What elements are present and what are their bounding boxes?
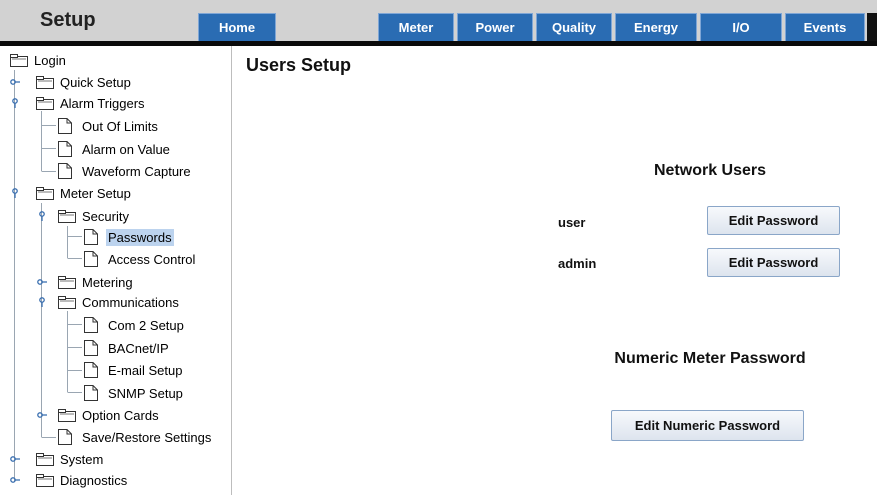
tab-quality[interactable]: Quality (536, 13, 612, 41)
tree-item-label: Alarm Triggers (60, 95, 145, 111)
navigation-tree: Login Quick Setup Alarm Triggers Out Of … (0, 46, 232, 495)
tree-item-metering[interactable]: Metering (58, 272, 135, 292)
expanded-toggle-icon[interactable] (37, 211, 47, 221)
collapsed-toggle-icon[interactable] (10, 77, 20, 87)
tree-item-bacnet-ip[interactable]: BACnet/IP (84, 338, 171, 358)
user-name-label: user (558, 215, 586, 230)
folder-icon (36, 472, 55, 488)
tree-item-meter-setup[interactable]: Meter Setup (36, 183, 133, 203)
tree-item-label: Com 2 Setup (108, 317, 184, 333)
tree-item-email-setup[interactable]: E-mail Setup (84, 360, 184, 380)
document-icon (84, 229, 103, 245)
folder-icon (36, 451, 55, 467)
document-icon (58, 118, 77, 134)
edit-numeric-password-button[interactable]: Edit Numeric Password (611, 410, 804, 441)
tree-item-communications[interactable]: Communications (58, 292, 181, 312)
tree-item-system[interactable]: System (36, 449, 105, 469)
folder-icon (36, 185, 55, 201)
tab-power[interactable]: Power (457, 13, 533, 41)
page-header-title: Setup (40, 9, 96, 31)
tree-item-label: Passwords (106, 228, 174, 246)
tab-meter[interactable]: Meter (378, 13, 454, 41)
folder-icon (58, 274, 77, 290)
document-icon (58, 163, 77, 179)
tree-item-label: Metering (82, 274, 133, 290)
tree-item-out-of-limits[interactable]: Out Of Limits (58, 116, 160, 136)
document-icon (84, 340, 103, 356)
tree-item-label: Security (82, 208, 129, 224)
tree-item-diagnostics[interactable]: Diagnostics (36, 470, 129, 490)
tree-item-label: Diagnostics (60, 472, 128, 488)
expanded-toggle-icon[interactable] (10, 188, 20, 198)
page-title: Users Setup (246, 55, 352, 75)
tree-item-login[interactable]: Login (10, 50, 68, 70)
document-icon (84, 362, 103, 378)
tree-item-quick-setup[interactable]: Quick Setup (36, 72, 133, 92)
tree-item-label: Waveform Capture (82, 163, 191, 179)
document-icon (84, 385, 103, 401)
collapsed-toggle-icon[interactable] (10, 454, 20, 464)
edit-password-button-user[interactable]: Edit Password (707, 206, 840, 235)
collapsed-toggle-icon[interactable] (10, 475, 20, 485)
tree-item-access-control[interactable]: Access Control (84, 249, 197, 269)
tree-item-label: E-mail Setup (108, 362, 183, 378)
tree-item-label: Save/Restore Settings (82, 429, 212, 445)
tree-item-label: Login (34, 52, 66, 68)
admin-name-label: admin (558, 256, 597, 271)
tree-item-label: Access Control (108, 251, 196, 267)
tree-item-label: SNMP Setup (108, 385, 183, 401)
tree-item-passwords[interactable]: Passwords (84, 227, 174, 247)
tab-io[interactable]: I/O (700, 13, 782, 41)
tree-item-label: Communications (82, 294, 179, 310)
tree-item-alarm-triggers[interactable]: Alarm Triggers (36, 93, 147, 113)
tree-item-save-restore[interactable]: Save/Restore Settings (58, 427, 213, 447)
collapsed-toggle-icon[interactable] (37, 410, 47, 420)
folder-icon (36, 74, 55, 90)
tree-item-label: BACnet/IP (108, 340, 169, 356)
tree-item-label: Option Cards (82, 407, 159, 423)
tree-item-snmp-setup[interactable]: SNMP Setup (84, 383, 185, 403)
collapsed-toggle-icon[interactable] (37, 277, 47, 287)
network-users-heading: Network Users (653, 162, 767, 179)
tree-item-label: Out Of Limits (82, 118, 158, 134)
edit-password-button-admin[interactable]: Edit Password (707, 248, 840, 277)
tab-energy[interactable]: Energy (615, 13, 697, 41)
tree-item-option-cards[interactable]: Option Cards (58, 405, 161, 425)
folder-icon (36, 95, 55, 111)
expanded-toggle-icon[interactable] (37, 297, 47, 307)
document-icon (58, 141, 77, 157)
tree-item-label: System (60, 451, 104, 467)
tab-home[interactable]: Home (198, 13, 276, 41)
tab-overflow-edge (867, 13, 877, 41)
folder-icon (58, 208, 77, 224)
folder-icon (10, 52, 29, 68)
tree-item-waveform-capture[interactable]: Waveform Capture (58, 161, 193, 181)
tree-item-label: Meter Setup (60, 185, 131, 201)
folder-icon (58, 294, 77, 310)
tree-item-alarm-on-value[interactable]: Alarm on Value (58, 139, 172, 159)
document-icon (58, 429, 77, 445)
tree-item-label: Alarm on Value (82, 141, 170, 157)
tab-events[interactable]: Events (785, 13, 865, 41)
folder-icon (58, 407, 77, 423)
document-icon (84, 251, 103, 267)
numeric-password-heading: Numeric Meter Password (614, 350, 806, 367)
tree-item-security[interactable]: Security (58, 206, 131, 226)
tree-item-com2-setup[interactable]: Com 2 Setup (84, 315, 186, 335)
tree-item-label: Quick Setup (60, 74, 131, 90)
top-bar: Setup Home Meter Power Quality Energy I/… (0, 0, 877, 46)
document-icon (84, 317, 103, 333)
expanded-toggle-icon[interactable] (10, 98, 20, 108)
